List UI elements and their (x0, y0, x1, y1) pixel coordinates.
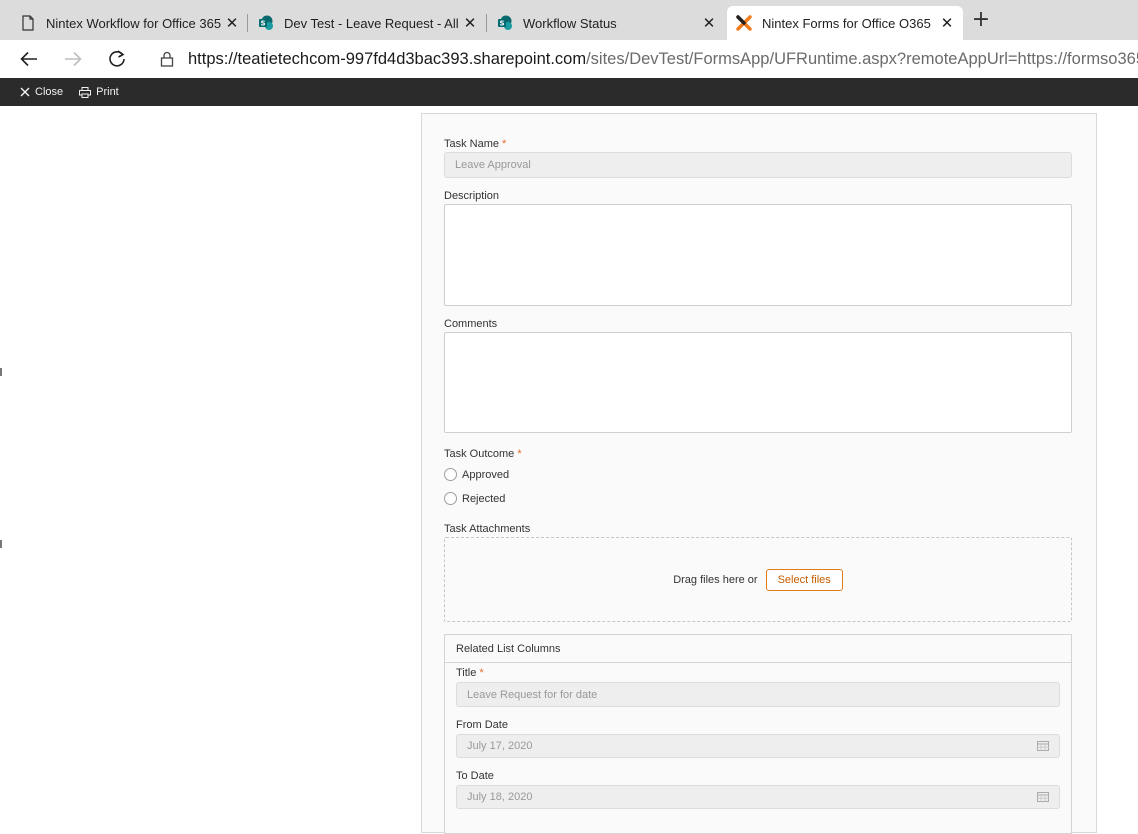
calendar-icon[interactable] (1037, 741, 1049, 751)
required-marker: * (517, 448, 522, 460)
outcome-approved-radio[interactable]: Approved (444, 468, 509, 481)
from-date-field: July 17, 2020 (456, 734, 1060, 758)
edge-marker (0, 540, 2, 548)
lock-icon (160, 51, 174, 67)
svg-text:S: S (260, 20, 265, 28)
outcome-rejected-radio[interactable]: Rejected (444, 492, 505, 505)
radio-circle (444, 492, 457, 505)
close-icon (20, 87, 30, 97)
task-name-label: Task Name * (444, 138, 507, 150)
tab-dev-test[interactable]: S Dev Test - Leave Request - All Ite ✕ (248, 6, 486, 40)
from-date-value: July 17, 2020 (467, 740, 533, 752)
comments-label: Comments (444, 318, 498, 330)
tab-workflow-status[interactable]: S Workflow Status ✕ (487, 6, 725, 40)
title-label: Title * (456, 667, 484, 679)
related-list-header: Related List Columns (445, 635, 1071, 663)
to-date-label: To Date (456, 770, 494, 782)
drag-files-text: Drag files here or (673, 573, 758, 586)
description-label: Description (444, 190, 500, 202)
svg-text:S: S (499, 20, 504, 28)
tab-nintex-forms[interactable]: Nintex Forms for Office O365 ✕ (727, 6, 963, 40)
task-outcome-label: Task Outcome * (444, 448, 522, 460)
task-attachments-label: Task Attachments (444, 523, 531, 535)
tab-title: Workflow Status (523, 15, 617, 31)
browser-tab-strip: Nintex Workflow for Office 365 ✕ S Dev T… (0, 0, 1138, 40)
tab-title: Nintex Workflow for Office 365 (46, 15, 222, 31)
tab-title: Dev Test - Leave Request - All Ite (284, 15, 462, 31)
calendar-icon[interactable] (1037, 792, 1049, 802)
comments-field[interactable] (444, 332, 1072, 433)
refresh-icon[interactable] (106, 48, 128, 70)
print-button-label: Print (96, 86, 119, 98)
sharepoint-icon: S (498, 15, 512, 30)
browser-address-bar: https://teatietechcom-997fd4d3bac393.sha… (0, 40, 1138, 78)
tab-nintex-workflow[interactable]: Nintex Workflow for Office 365 ✕ (8, 6, 248, 40)
url-field[interactable]: https://teatietechcom-997fd4d3bac393.sha… (148, 44, 1138, 74)
description-field[interactable] (444, 204, 1072, 306)
close-tab-icon[interactable]: ✕ (701, 15, 717, 32)
document-icon (22, 15, 34, 31)
form-toolbar: Close Print (0, 78, 1138, 106)
select-files-button[interactable]: Select files (765, 568, 843, 591)
sharepoint-icon: S (259, 15, 273, 30)
task-name-field: Leave Approval (444, 152, 1072, 178)
to-date-field: July 18, 2020 (456, 785, 1060, 809)
close-tab-icon[interactable]: ✕ (224, 15, 240, 32)
close-button[interactable]: Close (20, 86, 63, 98)
print-button[interactable]: Print (79, 86, 119, 98)
printer-icon (79, 86, 92, 98)
close-tab-icon[interactable]: ✕ (939, 15, 955, 32)
from-date-label: From Date (456, 719, 508, 731)
radio-label: Rejected (462, 492, 506, 505)
forward-arrow-icon[interactable] (62, 48, 84, 70)
radio-circle (444, 468, 457, 481)
required-marker: * (502, 138, 507, 150)
radio-label: Approved (462, 468, 510, 481)
url-path: /sites/DevTest/FormsApp/UFRuntime.aspx?r… (586, 49, 1138, 68)
required-marker: * (479, 667, 484, 679)
url-host: https://teatietechcom-997fd4d3bac393.sha… (188, 49, 587, 68)
tab-title: Nintex Forms for Office O365 (762, 15, 931, 31)
attachment-dropzone[interactable]: Drag files here or Select files (444, 537, 1072, 622)
to-date-value: July 18, 2020 (467, 791, 533, 803)
close-tab-icon[interactable]: ✕ (462, 15, 478, 32)
nintex-icon (736, 15, 752, 31)
title-field: Leave Request for for date (456, 682, 1060, 707)
close-button-label: Close (35, 86, 64, 98)
edge-marker (0, 368, 2, 376)
new-tab-icon[interactable]: + (971, 9, 991, 31)
back-arrow-icon[interactable] (18, 48, 40, 70)
